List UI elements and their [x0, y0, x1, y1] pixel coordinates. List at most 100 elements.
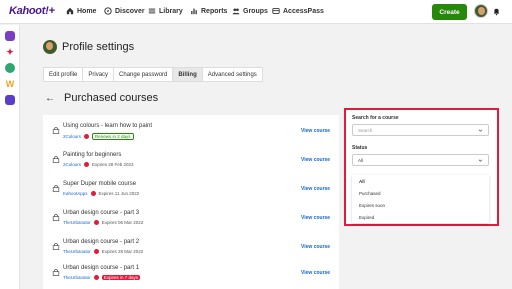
status-select[interactable]: All	[352, 154, 489, 166]
course-name: Super Duper mobile course	[63, 181, 137, 187]
search-input[interactable]: Search	[352, 124, 489, 136]
course-row: Urban design course - part 1 TheUrbanato…	[43, 260, 339, 289]
course-author[interactable]: 2Colours	[63, 162, 81, 167]
status-dropdown-menu: All Purchased Expires soon Expired	[352, 175, 489, 223]
kahoot-logo[interactable]: Kahoot!+	[9, 5, 55, 17]
status-select-value: All	[358, 157, 364, 163]
lock-icon	[52, 156, 60, 163]
user-avatar[interactable]	[474, 4, 488, 18]
tab-billing[interactable]: Billing	[172, 67, 203, 82]
course-meta: 2Colours Expires 28 Feb 2023	[63, 162, 134, 167]
status-badge: Expires in 7 days	[101, 275, 141, 280]
course-name: Using colours - learn how to paint	[63, 123, 153, 129]
nav-library[interactable]: Library	[148, 7, 183, 15]
lock-icon	[52, 127, 60, 134]
course-meta: TheUrbanator Expires 28 Mar 2022	[63, 249, 143, 254]
verified-badge-icon	[84, 134, 90, 139]
compass-icon	[104, 7, 112, 15]
view-course-link[interactable]: View course	[301, 244, 330, 250]
nav-accesspass-label: AccessPass	[283, 7, 324, 15]
chevron-down-icon	[478, 129, 483, 132]
lock-icon	[52, 214, 60, 221]
poio-app-icon[interactable]	[5, 95, 15, 105]
home-icon	[66, 7, 74, 15]
course-author[interactable]: TheUrbanator	[63, 249, 91, 254]
course-author[interactable]: 2Colours	[63, 134, 81, 139]
search-placeholder: Search	[358, 127, 373, 133]
reports-icon	[191, 8, 197, 15]
profile-avatar-face	[46, 42, 53, 50]
nav-accesspass[interactable]: AccessPass	[272, 7, 324, 15]
course-row: Using colours - learn how to paint 2Colo…	[43, 118, 339, 147]
status-option-all[interactable]: All	[352, 175, 489, 187]
course-meta: KahootApps Expires 11 Jun 2022	[63, 191, 139, 196]
status-text: Expires 28 Feb 2023	[92, 162, 134, 167]
course-name: Urban design course - part 2	[63, 239, 140, 245]
status-label: Status	[352, 145, 368, 151]
view-course-link[interactable]: View course	[301, 215, 330, 221]
library-icon	[148, 8, 156, 14]
dragonbox-app-icon[interactable]: ✦	[5, 47, 15, 57]
course-name: Painting for beginners	[63, 152, 122, 158]
nav-library-label: Library	[159, 7, 183, 15]
course-author[interactable]: TheUrbanator	[63, 275, 91, 280]
create-button[interactable]: Create	[432, 4, 467, 20]
accesspass-icon	[272, 8, 280, 14]
status-option-expires-soon[interactable]: Expires soon	[352, 199, 489, 211]
tab-advanced-settings[interactable]: Advanced settings	[201, 67, 263, 82]
view-course-link[interactable]: View course	[301, 128, 330, 134]
view-course-link[interactable]: View course	[301, 157, 330, 163]
course-meta: TheUrbanator Expires in 7 days	[63, 275, 141, 280]
status-badge: Renews in 2 days	[92, 133, 134, 140]
wordup-app-icon[interactable]: W	[5, 79, 15, 89]
section-title: Purchased courses	[64, 92, 159, 104]
nav-discover-label: Discover	[115, 7, 145, 15]
verified-badge-icon	[84, 162, 90, 167]
course-row: Urban design course - part 3 TheUrbanato…	[43, 205, 339, 234]
course-author[interactable]: KahootApps	[63, 191, 88, 196]
app-rail: ✦ W	[0, 25, 20, 289]
view-course-link[interactable]: View course	[301, 270, 330, 276]
drops-app-icon[interactable]	[5, 63, 15, 73]
course-author[interactable]: TheUrbanator	[63, 220, 91, 225]
avatar-face	[478, 7, 485, 15]
back-button[interactable]: ←	[44, 92, 56, 104]
course-filter-panel: Search for a course Search Status All Al…	[344, 108, 499, 226]
nav-reports[interactable]: Reports	[190, 7, 227, 15]
verified-badge-icon	[90, 191, 96, 196]
nav-discover[interactable]: Discover	[104, 7, 145, 15]
nav-home[interactable]: Home	[66, 7, 96, 15]
status-text: Expires 28 Mar 2022	[101, 249, 144, 254]
tab-change-password[interactable]: Change password	[113, 67, 174, 82]
settings-tabs: Edit profile Privacy Change password Bil…	[43, 67, 263, 82]
nav-groups-label: Groups	[243, 7, 268, 15]
lock-icon	[52, 243, 60, 250]
kahoot-app-icon[interactable]	[5, 31, 15, 41]
lock-icon	[52, 185, 60, 192]
page-title: Profile settings	[62, 41, 135, 53]
course-row: Urban design course - part 2 TheUrbanato…	[43, 234, 339, 263]
nav-reports-label: Reports	[201, 7, 228, 15]
course-meta: 2Colours Renews in 2 days	[63, 133, 134, 140]
top-nav-bar: Kahoot!+ Home Discover Library Reports G…	[0, 0, 512, 24]
verified-badge-icon	[93, 249, 99, 254]
purchased-course-list: Using colours - learn how to paint 2Colo…	[43, 115, 339, 289]
status-option-expired[interactable]: Expired	[352, 211, 489, 223]
course-name: Urban design course - part 1	[63, 265, 140, 271]
course-name: Urban design course - part 3	[63, 210, 140, 216]
course-row: Painting for beginners 2Colours Expires …	[43, 147, 339, 176]
tab-edit-profile[interactable]: Edit profile	[43, 67, 84, 82]
status-option-purchased[interactable]: Purchased	[352, 187, 489, 199]
profile-avatar	[43, 40, 57, 54]
chevron-down-icon	[478, 159, 483, 162]
bell-icon[interactable]	[493, 7, 500, 16]
nav-groups[interactable]: Groups	[232, 7, 268, 15]
view-course-link[interactable]: View course	[301, 186, 330, 192]
nav-home-label: Home	[77, 7, 97, 15]
filter-form: Search for a course Search Status All	[352, 115, 489, 166]
course-row: Super Duper mobile course KahootApps Exp…	[43, 176, 339, 205]
lock-icon	[52, 269, 60, 276]
tab-privacy[interactable]: Privacy	[82, 67, 115, 82]
status-text: Expires 06 Mar 2022	[101, 220, 144, 225]
search-label: Search for a course	[352, 115, 399, 121]
